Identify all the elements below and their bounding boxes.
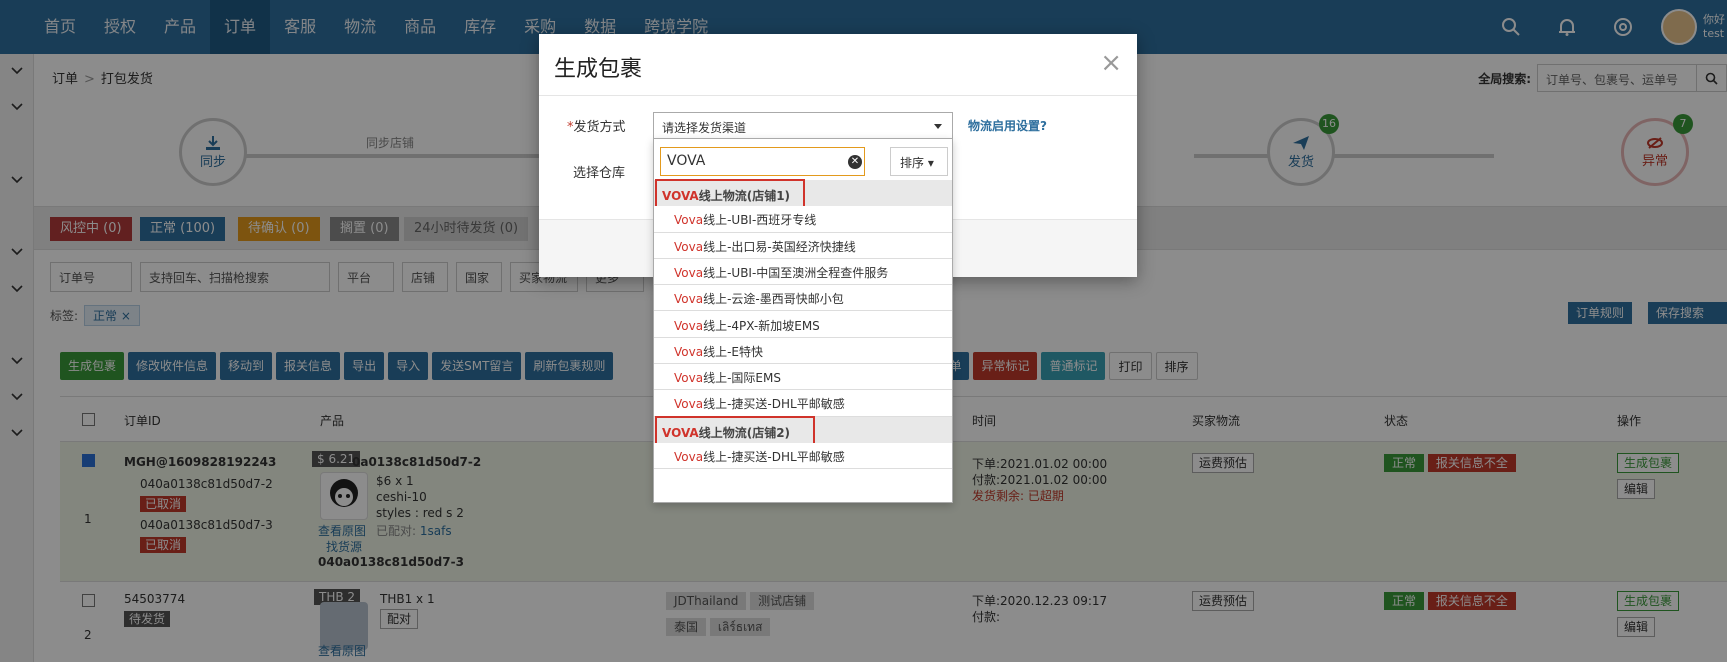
dropdown-search-input[interactable]: VOVA <box>660 147 865 176</box>
option-highlight-text: Vova <box>674 292 704 307</box>
option-highlight-text: Vova <box>674 344 704 359</box>
dropdown-option[interactable]: Vova线上-国际EMS <box>654 364 952 391</box>
option-label-text: 线上-国际EMS <box>703 371 781 386</box>
group-highlight-box <box>655 179 805 208</box>
dropdown-option[interactable]: Vova线上-出口易-英国经济快捷线 <box>654 232 952 259</box>
option-highlight-text: Vova <box>674 371 704 386</box>
option-highlight-text: Vova <box>674 397 704 412</box>
ship-method-label-text: 发货方式 <box>573 120 626 135</box>
dropdown-option[interactable]: Vova线上-云途-墨西哥快邮小包 <box>654 285 952 312</box>
ship-method-select[interactable]: 请选择发货渠道 <box>653 112 953 140</box>
option-label-text: 线上-捷买送-DHL平邮敏感 <box>703 450 845 464</box>
logistics-settings-link[interactable]: 物流启用设置? <box>968 117 1047 134</box>
dropdown-sort-button[interactable]: 排序 ▾ <box>890 147 948 176</box>
group-highlight-box <box>655 415 815 445</box>
modal-header: 生成包裹 × <box>539 34 1137 96</box>
warehouse-label: 选择仓库 <box>573 166 626 181</box>
dropdown-option[interactable]: Vova线上-捷买送-DHL平邮敏感 <box>654 390 952 417</box>
ship-method-placeholder: 请选择发货渠道 <box>662 121 747 135</box>
option-label-text: 线上-UBI-西班牙专线 <box>703 213 817 228</box>
option-label-text: 线上-出口易-英国经济快捷线 <box>703 239 856 254</box>
option-label-text: 线上-E特快 <box>703 344 763 359</box>
close-icon[interactable]: × <box>1100 48 1122 78</box>
dropdown-option[interactable]: Vova线上-UBI-西班牙专线 <box>654 206 952 233</box>
clear-icon[interactable]: ✕ <box>848 155 862 169</box>
modal-title: 生成包裹 <box>554 57 643 82</box>
option-label-text: 线上-UBI-中国至澳洲全程查件服务 <box>703 265 889 280</box>
option-highlight-text: Vova <box>674 239 704 254</box>
dropdown-sort-label: 排序 <box>900 156 925 170</box>
option-highlight-text: Vova <box>674 213 704 228</box>
chevron-down-icon <box>934 124 942 129</box>
option-label-text: 线上-云途-墨西哥快邮小包 <box>703 292 844 307</box>
option-label-text: 线上-4PX-新加坡EMS <box>703 318 820 333</box>
dropdown-option[interactable]: Vova线上-捷买送-DHL平邮敏感 <box>654 443 952 470</box>
option-highlight-text: Vova <box>674 318 704 333</box>
option-label-text: 线上-捷买送-DHL平邮敏感 <box>703 397 845 412</box>
ship-method-dropdown: VOVA ✕ 排序 ▾ VOVA线上物流(店铺1) Vova线上-UBI-西班牙专… <box>653 138 953 503</box>
dropdown-option[interactable]: Vova线上-UBI-中国至澳洲全程查件服务 <box>654 258 952 286</box>
option-highlight-text: Vova <box>674 265 704 280</box>
option-highlight-text: Vova <box>674 450 704 464</box>
dropdown-option[interactable]: Vova线上-4PX-新加坡EMS <box>654 311 952 338</box>
ship-method-label: *发货方式 <box>567 116 626 135</box>
dropdown-option[interactable]: Vova线上-E特快 <box>654 337 952 365</box>
